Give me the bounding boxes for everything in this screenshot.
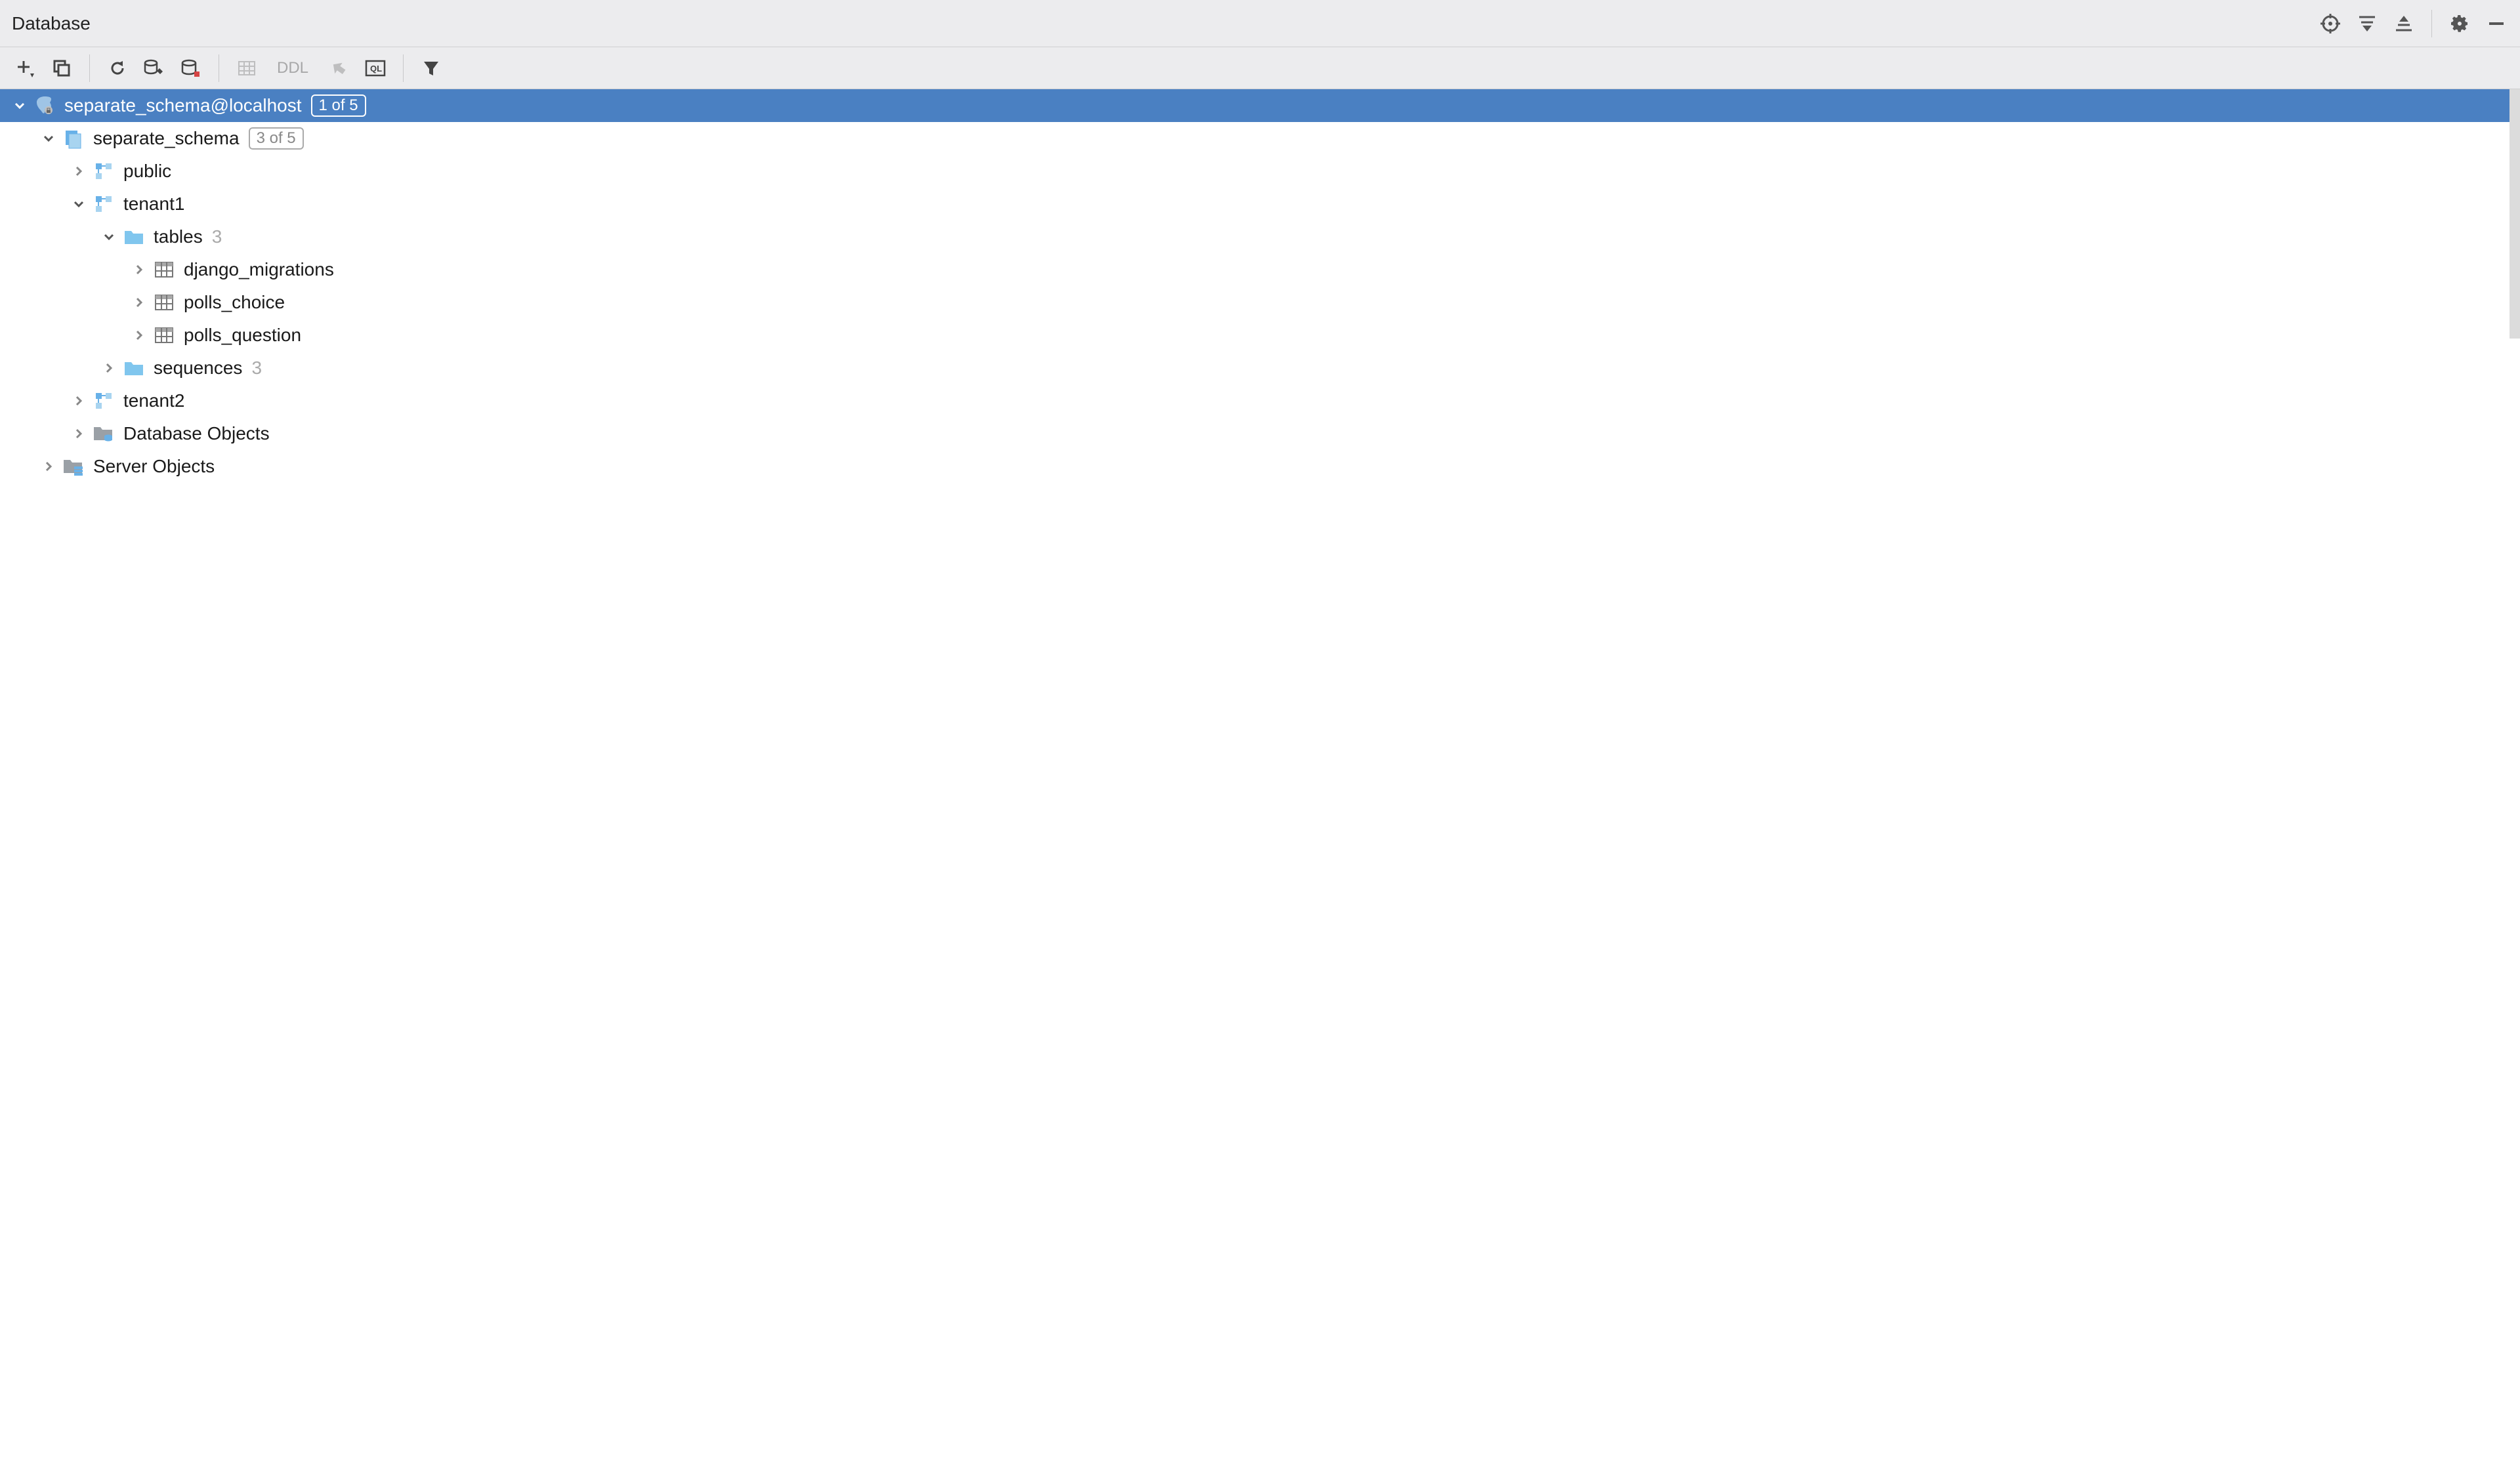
query-console-icon[interactable]: QL: [364, 56, 387, 80]
schema-icon: [92, 389, 116, 413]
chevron-right-icon[interactable]: [71, 393, 87, 409]
tree-node-schema[interactable]: public: [0, 155, 2520, 188]
gear-icon[interactable]: [2448, 12, 2471, 35]
chevron-down-icon[interactable]: [12, 98, 28, 113]
table-icon: [152, 258, 176, 281]
tree-node-table[interactable]: polls_choice: [0, 286, 2520, 319]
chevron-right-icon[interactable]: [131, 327, 147, 343]
folder-label: sequences: [154, 358, 242, 379]
chevron-down-icon[interactable]: [71, 196, 87, 212]
datasource-props-icon[interactable]: [142, 56, 166, 80]
navigate-icon[interactable]: [327, 56, 350, 80]
chevron-down-icon[interactable]: [101, 229, 117, 245]
divider: [2431, 10, 2432, 37]
ddl-button[interactable]: DDL: [272, 56, 314, 80]
filter-icon[interactable]: [419, 56, 443, 80]
schema-label: tenant1: [123, 194, 184, 215]
db-objects-folder-icon: [92, 422, 116, 445]
tree-node-folder-tables[interactable]: tables 3: [0, 220, 2520, 253]
chevron-right-icon[interactable]: [131, 262, 147, 278]
refresh-icon[interactable]: [106, 56, 129, 80]
chevron-right-icon[interactable]: [101, 360, 117, 376]
database-badge: 3 of 5: [249, 127, 304, 150]
target-icon[interactable]: [2319, 12, 2342, 35]
schema-icon: [92, 192, 116, 216]
divider: [89, 54, 90, 82]
add-icon[interactable]: [13, 56, 37, 80]
database-tree[interactable]: separate_schema@localhost 1 of 5 separat…: [0, 89, 2520, 1465]
toolbar: DDL QL: [0, 47, 2520, 89]
chevron-right-icon[interactable]: [71, 426, 87, 442]
table-icon: [152, 291, 176, 314]
server-objects-label: Server Objects: [93, 456, 215, 477]
postgres-icon: [33, 94, 56, 117]
datasource-stop-icon[interactable]: [179, 56, 203, 80]
tree-node-table[interactable]: django_migrations: [0, 253, 2520, 286]
duplicate-icon[interactable]: [50, 56, 74, 80]
table-label: django_migrations: [184, 259, 334, 280]
table-icon: [152, 323, 176, 347]
svg-text:QL: QL: [370, 64, 382, 73]
tree-node-folder-sequences[interactable]: sequences 3: [0, 352, 2520, 384]
schema-label: tenant2: [123, 390, 184, 411]
chevron-right-icon[interactable]: [71, 163, 87, 179]
tree-node-schema[interactable]: tenant1: [0, 188, 2520, 220]
folder-icon: [122, 225, 146, 249]
folder-icon: [122, 356, 146, 380]
tree-node-server-objects[interactable]: Server Objects: [0, 450, 2520, 483]
table-editor-icon[interactable]: [235, 56, 259, 80]
tree-node-datasource[interactable]: separate_schema@localhost 1 of 5: [0, 89, 2520, 122]
folder-label: tables: [154, 226, 203, 247]
tree-node-table[interactable]: polls_question: [0, 319, 2520, 352]
divider: [403, 54, 404, 82]
folder-count: 3: [212, 226, 222, 247]
panel-title: Database: [12, 13, 91, 34]
chevron-down-icon[interactable]: [41, 131, 56, 146]
tree-node-schema[interactable]: tenant2: [0, 384, 2520, 417]
title-actions: [2319, 10, 2508, 37]
tree-node-database[interactable]: separate_schema 3 of 5: [0, 122, 2520, 155]
database-icon: [62, 127, 85, 150]
chevron-right-icon[interactable]: [131, 295, 147, 310]
collapse-all-icon[interactable]: [2392, 12, 2416, 35]
hide-icon[interactable]: [2485, 12, 2508, 35]
table-label: polls_choice: [184, 292, 285, 313]
schema-label: public: [123, 161, 171, 182]
datasource-label: separate_schema@localhost: [64, 95, 302, 116]
schema-icon: [92, 159, 116, 183]
db-objects-label: Database Objects: [123, 423, 270, 444]
title-bar: Database: [0, 0, 2520, 47]
scrollbar[interactable]: [2510, 89, 2520, 339]
database-tool-window: Database: [0, 0, 2520, 1465]
table-label: polls_question: [184, 325, 301, 346]
datasource-badge: 1 of 5: [311, 94, 366, 117]
chevron-right-icon[interactable]: [41, 459, 56, 474]
expand-all-icon[interactable]: [2355, 12, 2379, 35]
tree-node-db-objects[interactable]: Database Objects: [0, 417, 2520, 450]
server-objects-folder-icon: [62, 455, 85, 478]
folder-count: 3: [251, 358, 262, 379]
database-label: separate_schema: [93, 128, 240, 149]
